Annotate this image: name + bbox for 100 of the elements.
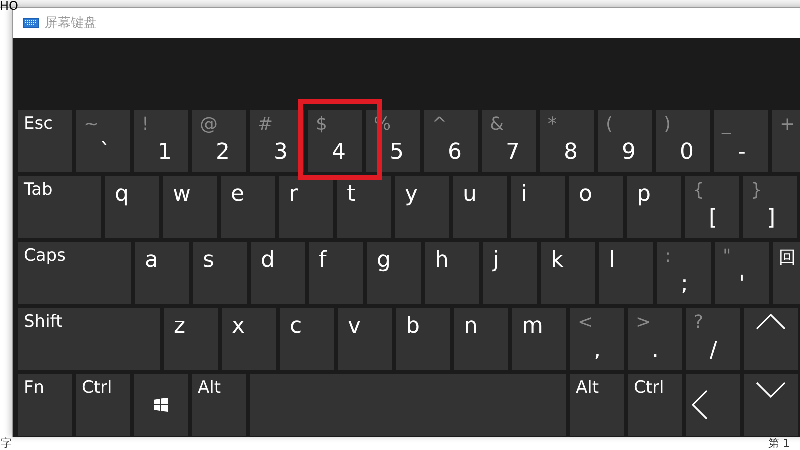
letter-key[interactable]: p <box>627 176 681 238</box>
letter-key[interactable]: i <box>511 176 565 238</box>
shift-symbol: ~ <box>84 114 100 135</box>
key-symbol: 7 <box>506 140 520 165</box>
key-symbol: [ <box>709 206 718 231</box>
modifier-key[interactable]: Fn <box>18 374 72 436</box>
shift-symbol: ) <box>664 114 672 135</box>
key[interactable]: ( 9 <box>598 110 652 172</box>
letter-key[interactable]: m <box>512 308 566 370</box>
modifier-key[interactable]: Alt <box>192 374 246 436</box>
key-symbol: 1 <box>158 140 172 165</box>
letter-key[interactable]: q <box>105 176 159 238</box>
key-symbol: / <box>710 338 718 363</box>
shift-symbol: < <box>578 312 594 333</box>
key-symbol: 9 <box>622 140 636 165</box>
key[interactable]: ! 1 <box>134 110 188 172</box>
key[interactable]: _ - <box>714 110 768 172</box>
letter-key[interactable]: s <box>193 242 247 304</box>
letter-key[interactable]: a <box>135 242 189 304</box>
key[interactable]: # 3 <box>250 110 304 172</box>
letter-key[interactable]: x <box>222 308 276 370</box>
key[interactable]: ~ ` <box>76 110 130 172</box>
key[interactable]: { [ <box>685 176 739 238</box>
letter-key[interactable]: z <box>164 308 218 370</box>
key[interactable]: ? / <box>686 308 740 370</box>
window-title: 屏幕键盘 <box>45 15 97 32</box>
key[interactable]: & 7 <box>482 110 536 172</box>
key-symbol: ; <box>681 272 688 297</box>
key-symbol: ] <box>767 206 776 231</box>
status-text: 字 <box>1 437 12 450</box>
shift-symbol: : <box>665 246 672 267</box>
modifier-key[interactable]: Esc <box>18 110 72 172</box>
shift-symbol: ? <box>694 312 704 333</box>
key[interactable]: @ 2 <box>192 110 246 172</box>
letter-key[interactable]: e <box>221 176 275 238</box>
shift-symbol: ( <box>606 114 614 135</box>
arrow-key[interactable] <box>744 374 798 436</box>
modifier-key[interactable]: Shift <box>18 308 160 370</box>
key-symbol: 5 <box>390 140 404 165</box>
key[interactable]: $ 4 <box>308 110 362 172</box>
letter-key[interactable]: n <box>454 308 508 370</box>
arrow-key[interactable] <box>686 374 740 436</box>
shift-symbol: " <box>723 246 732 267</box>
windows-key[interactable] <box>134 374 188 436</box>
letter-key[interactable]: b <box>396 308 450 370</box>
shift-symbol: * <box>548 114 557 135</box>
key[interactable]: " ' <box>715 242 769 304</box>
modifier-key[interactable]: 回 <box>773 242 800 304</box>
shift-symbol: { <box>693 180 704 201</box>
key[interactable]: > . <box>628 308 682 370</box>
shift-symbol: > <box>636 312 652 333</box>
key-symbol: - <box>738 140 746 165</box>
letter-key[interactable]: o <box>569 176 623 238</box>
shift-symbol: ! <box>142 114 150 135</box>
status-text: 第 1 <box>768 437 790 450</box>
letter-key[interactable]: h <box>425 242 479 304</box>
key-symbol: ' <box>739 272 746 297</box>
letter-key[interactable]: v <box>338 308 392 370</box>
modifier-key[interactable]: Tab <box>18 176 101 238</box>
letter-key[interactable]: g <box>367 242 421 304</box>
key[interactable]: : ; <box>657 242 711 304</box>
chevron-up-icon <box>756 314 786 330</box>
key-symbol: 0 <box>680 140 694 165</box>
key-symbol: 4 <box>332 140 346 165</box>
letter-key[interactable]: j <box>483 242 537 304</box>
key-symbol: 6 <box>448 140 462 165</box>
chevron-down-icon <box>756 382 786 398</box>
key-symbol: , <box>594 338 601 363</box>
shift-symbol: ^ <box>432 114 448 135</box>
letter-key[interactable]: k <box>541 242 595 304</box>
shift-symbol: # <box>258 114 274 135</box>
key[interactable]: ^ 6 <box>424 110 478 172</box>
letter-key[interactable]: l <box>599 242 653 304</box>
key-symbol: ` <box>100 140 111 165</box>
letter-key[interactable]: c <box>280 308 334 370</box>
key[interactable]: < , <box>570 308 624 370</box>
letter-key[interactable]: f <box>309 242 363 304</box>
letter-key[interactable]: d <box>251 242 305 304</box>
keyboard-icon <box>23 18 39 28</box>
shift-symbol: _ <box>722 114 731 135</box>
arrow-key[interactable] <box>744 308 798 370</box>
shift-symbol: @ <box>200 114 218 135</box>
letter-key[interactable]: t <box>337 176 391 238</box>
key[interactable]: * 8 <box>540 110 594 172</box>
letter-key[interactable]: w <box>163 176 217 238</box>
modifier-key[interactable]: Ctrl <box>628 374 682 436</box>
letter-key[interactable]: y <box>395 176 449 238</box>
modifier-key[interactable]: Alt <box>570 374 624 436</box>
letter-key[interactable]: r <box>279 176 333 238</box>
key-symbol: 8 <box>564 140 578 165</box>
modifier-key[interactable]: Ctrl <box>76 374 130 436</box>
chevron-left-icon <box>692 390 708 420</box>
letter-key[interactable]: u <box>453 176 507 238</box>
key[interactable]: ) 0 <box>656 110 710 172</box>
modifier-key[interactable]: Caps <box>18 242 131 304</box>
key[interactable]: } ] <box>743 176 797 238</box>
shift-symbol: $ <box>316 114 328 135</box>
key[interactable]: + <box>772 110 800 172</box>
shift-symbol: } <box>751 180 762 201</box>
shift-symbol: + <box>780 114 796 135</box>
